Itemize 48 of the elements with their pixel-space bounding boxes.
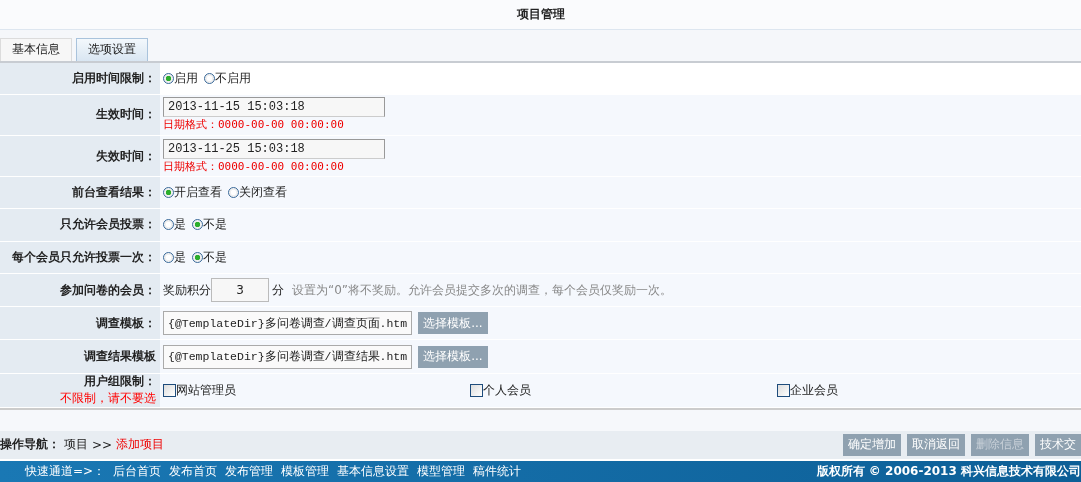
field-label: 参加问卷的会员： (60, 281, 156, 299)
group-checkbox[interactable]: 网站管理员 (163, 381, 470, 399)
unit-text: 分 (272, 281, 284, 299)
field-label: 用户组限制： (84, 373, 156, 391)
page-title: 项目管理 (516, 6, 565, 24)
field-label: 每个会员只允许投票一次： (12, 248, 156, 266)
template-field[interactable]: {@TemplateDir}多问卷调查/调查结果.htm (163, 344, 413, 369)
field-label: 调查结果模板 (84, 348, 156, 366)
field-label: 启用时间限制： (72, 69, 156, 87)
footer-link[interactable]: 模型管理 (417, 462, 466, 480)
footer-link[interactable]: 发布首页 (169, 462, 218, 480)
breadcrumb-link[interactable]: 项目 (64, 436, 88, 454)
footer-link[interactable]: 后台首页 (113, 462, 162, 480)
radio-option[interactable]: 不启用 (204, 69, 251, 87)
format-hint: 日期格式：0000-00-00 00:00:00 (163, 158, 345, 174)
footer-link[interactable]: 稿件统计 (473, 462, 522, 480)
date-field[interactable]: 2013-11-25 15:03:18 (163, 138, 385, 159)
quick-links-label: 快速通道=>： (25, 462, 106, 480)
nav-label: 操作导航： (0, 436, 60, 454)
field-label: 调查模板： (96, 314, 156, 332)
tab[interactable]: 基本信息 (0, 37, 72, 61)
current-page: 添加项目 (116, 436, 165, 454)
format-hint: 日期格式：0000-00-00 00:00:00 (163, 117, 345, 133)
radio-option[interactable]: 开启查看 (163, 184, 222, 202)
field-label: 失效时间： (96, 147, 156, 165)
radio-option[interactable]: 是 (163, 248, 186, 266)
copyright-text: 版权所有 © 2006-2013 科兴信息技术有限公司 (816, 462, 1081, 480)
footer-link[interactable]: 模板管理 (281, 462, 330, 480)
field-prefix: 奖励积分 (163, 281, 211, 299)
tab[interactable]: 选项设置 (76, 37, 148, 61)
radio-option[interactable]: 不是 (192, 248, 227, 266)
date-field[interactable]: 2013-11-15 15:03:18 (163, 97, 385, 118)
radio-option[interactable]: 关闭查看 (228, 184, 287, 202)
field-hint: 不限制，请不要选 (60, 390, 156, 408)
field-label: 生效时间： (96, 106, 156, 124)
group-checkbox[interactable]: 个人会员 (470, 381, 777, 399)
radio-option[interactable]: 是 (163, 216, 186, 234)
template-field[interactable]: {@TemplateDir}多问卷调查/调查页面.htm (163, 311, 413, 336)
footer-link[interactable]: 发布管理 (225, 462, 274, 480)
footer-link[interactable]: 基本信息设置 (337, 462, 410, 480)
radio-option[interactable]: 启用 (163, 69, 198, 87)
field-label: 只允许会员投票： (60, 216, 156, 234)
field-label: 前台查看结果： (72, 184, 156, 202)
radio-option[interactable]: 不是 (192, 216, 227, 234)
group-checkbox[interactable]: 企业会员 (777, 381, 1081, 399)
breadcrumb-separator: >> (92, 437, 113, 452)
help-text: 设置为“0”将不奖励。允许会员提交多次的调查，每个会员仅奖励一次。 (292, 281, 673, 299)
points-field[interactable]: 3 (211, 278, 269, 303)
